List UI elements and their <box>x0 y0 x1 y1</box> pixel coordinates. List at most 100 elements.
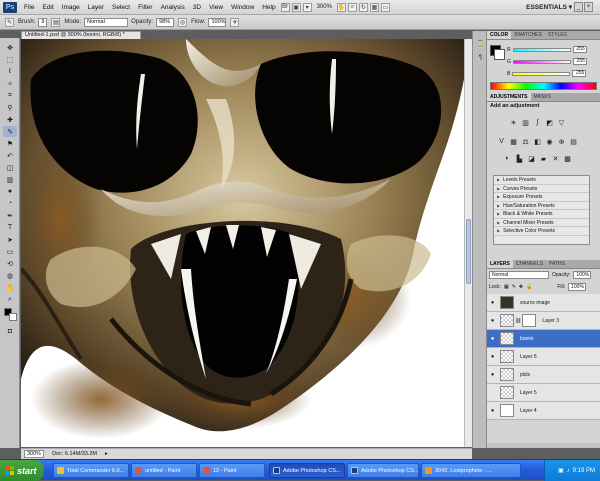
layer-row-pixls[interactable]: ● pixls <box>487 366 600 384</box>
hand-tool-icon[interactable]: ✋ <box>336 2 346 12</box>
brush-panel-icon[interactable]: ▤ <box>51 17 61 27</box>
fill-field[interactable]: 100% <box>568 283 587 291</box>
vibrance-v-icon[interactable]: V <box>497 137 506 146</box>
gradient-map-icon[interactable]: ▰ <box>539 154 548 163</box>
tab-paths[interactable]: PATHS <box>546 260 568 268</box>
tab-styles[interactable]: STYLES <box>545 31 570 39</box>
rotate-view-icon[interactable]: ↻ <box>358 2 368 12</box>
tab-swatches[interactable]: SWATCHES <box>511 31 545 39</box>
menu-filter[interactable]: Filter <box>134 0 156 15</box>
clone-stamp-tool-icon[interactable]: ⚑ <box>3 138 17 149</box>
brush-tool-icon[interactable]: ✎ <box>3 126 17 137</box>
menu-file[interactable]: File <box>20 0 38 15</box>
workspace-switcher[interactable]: ESSENTIALS ▾ <box>526 3 572 11</box>
quick-mask-icon[interactable]: ◘ <box>3 326 17 337</box>
type-tool-icon[interactable]: T <box>3 222 17 233</box>
tray-network-icon[interactable]: ▣ <box>558 467 564 474</box>
task-photoshop-2[interactable]: Adobe Photoshop CS... <box>347 463 419 478</box>
tray-volume-icon[interactable]: ♪ <box>567 468 570 474</box>
layer-row-source-image[interactable]: ● source image <box>487 294 600 312</box>
lasso-tool-icon[interactable]: ℓ <box>3 66 17 77</box>
marquee-tool-icon[interactable]: ⬚ <box>3 54 17 65</box>
eraser-tool-icon[interactable]: ◫ <box>3 162 17 173</box>
canvas-scroll-thumb[interactable] <box>466 219 471 284</box>
task-12-paint[interactable]: 12 - Paint <box>199 463 265 478</box>
threshold-icon[interactable]: ◪ <box>527 154 536 163</box>
history-panel-icon[interactable]: ⌛ <box>476 39 485 48</box>
brush-preset-icon[interactable]: ✎ <box>5 17 14 27</box>
visibility-eye-icon[interactable]: ● <box>487 354 498 360</box>
visibility-eye-icon[interactable]: ● <box>487 408 498 414</box>
preset-levels[interactable]: Levels Presets <box>494 176 589 185</box>
curves-icon[interactable]: ∫ <box>533 118 542 127</box>
task-total-commander[interactable]: Total Commander 6.0... <box>53 463 129 478</box>
red-value[interactable]: 255 <box>572 46 587 53</box>
gradient-tool-icon[interactable]: ▥ <box>3 174 17 185</box>
zoom-tool-icon[interactable]: ⌕ <box>3 294 17 305</box>
shape-tool-icon[interactable]: ▭ <box>3 246 17 257</box>
task-media-player[interactable]: 3043. Lostprophets - ... <box>421 463 521 478</box>
blur-tool-icon[interactable]: ● <box>3 186 17 197</box>
layer-mask-thumbnail[interactable] <box>522 314 537 327</box>
visibility-eye-icon[interactable]: ● <box>487 336 498 342</box>
levels-icon[interactable]: ▥ <box>521 118 530 127</box>
mask-link-icon[interactable]: ⛓ <box>515 318 521 324</box>
3d-rotate-tool-icon[interactable]: ⟲ <box>3 258 17 269</box>
healing-brush-tool-icon[interactable]: ✚ <box>3 114 17 125</box>
menu-edit[interactable]: Edit <box>38 0 57 15</box>
path-select-tool-icon[interactable]: ➤ <box>3 234 17 245</box>
status-zoom-field[interactable]: 300% <box>24 450 45 458</box>
menu-analysis[interactable]: Analysis <box>157 0 189 15</box>
preset-black-white[interactable]: Black & White Presets <box>494 210 589 219</box>
menu-layer[interactable]: Layer <box>84 0 108 15</box>
posterize-icon[interactable]: ▙ <box>515 154 524 163</box>
color-spectrum-bar[interactable] <box>490 82 597 90</box>
lock-pixels-icon[interactable]: ✎ <box>512 284 516 290</box>
visibility-eye-icon[interactable]: ● <box>487 318 498 324</box>
zoom-level[interactable]: 300% <box>317 4 332 10</box>
visibility-eye-icon[interactable]: ● <box>487 390 498 396</box>
preset-curves[interactable]: Curves Presets <box>494 185 589 193</box>
green-slider[interactable] <box>512 59 571 64</box>
pen-tool-icon[interactable]: ✒ <box>3 210 17 221</box>
black-white-icon[interactable]: ◧ <box>533 137 542 146</box>
vibrance-icon[interactable]: ▽ <box>557 118 566 127</box>
layer-row-layer-3[interactable]: ● ⛓ Layer 3 <box>487 312 600 330</box>
paragraph-panel-icon[interactable]: ¶ <box>476 53 485 62</box>
photo-filter-icon[interactable]: ◉ <box>545 137 554 146</box>
channel-mixer-icon[interactable]: ⊕ <box>557 137 566 146</box>
menu-view[interactable]: View <box>205 0 227 15</box>
canvas-vertical-scrollbar[interactable] <box>464 39 472 447</box>
background-color-swatch[interactable] <box>9 313 17 321</box>
layer-row-layer-5[interactable]: ● Layer 5 <box>487 384 600 402</box>
move-tool-icon[interactable]: ✥ <box>3 42 17 53</box>
close-icon[interactable]: × <box>584 2 593 12</box>
brightness-contrast-icon[interactable]: ☀ <box>509 118 518 127</box>
preset-selective-color[interactable]: Selective Color Presets <box>494 227 589 236</box>
layer-row-layer-6[interactable]: ● Layer 6 <box>487 348 600 366</box>
mode-select[interactable]: Normal <box>84 17 129 27</box>
airbrush-icon[interactable]: ✈ <box>230 17 240 27</box>
opacity-field[interactable]: 98% <box>156 17 175 27</box>
arrange-documents-icon[interactable]: ▦ <box>369 2 379 12</box>
blue-value[interactable]: 255 <box>572 70 587 77</box>
dodge-tool-icon[interactable]: ◔ <box>3 198 17 209</box>
green-value[interactable]: 255 <box>572 58 587 65</box>
selective-color-icon[interactable]: ✕ <box>551 154 560 163</box>
tablet-opacity-icon[interactable]: ◎ <box>178 17 188 27</box>
color-lookup-icon[interactable]: ▤ <box>569 137 578 146</box>
hand-tool-icon[interactable]: ✋ <box>3 282 17 293</box>
screen-mode-icon[interactable]: ▭ <box>380 2 390 12</box>
hue-saturation-icon[interactable]: ▦ <box>509 137 518 146</box>
3d-orbit-tool-icon[interactable]: ◍ <box>3 270 17 281</box>
menu-window[interactable]: Window <box>227 0 258 15</box>
visibility-eye-icon[interactable]: ● <box>487 300 498 306</box>
menu-image[interactable]: Image <box>58 0 84 15</box>
flow-field[interactable]: 100% <box>208 17 227 27</box>
color-background-swatch[interactable] <box>494 49 505 60</box>
document-canvas[interactable] <box>21 39 464 447</box>
tab-adjustments[interactable]: ADJUSTMENTS <box>487 93 531 101</box>
lock-all-icon[interactable]: 🔒 <box>526 284 532 290</box>
menu-3d[interactable]: 3D <box>189 0 205 15</box>
layer-opacity-field[interactable]: 100% <box>573 271 592 279</box>
